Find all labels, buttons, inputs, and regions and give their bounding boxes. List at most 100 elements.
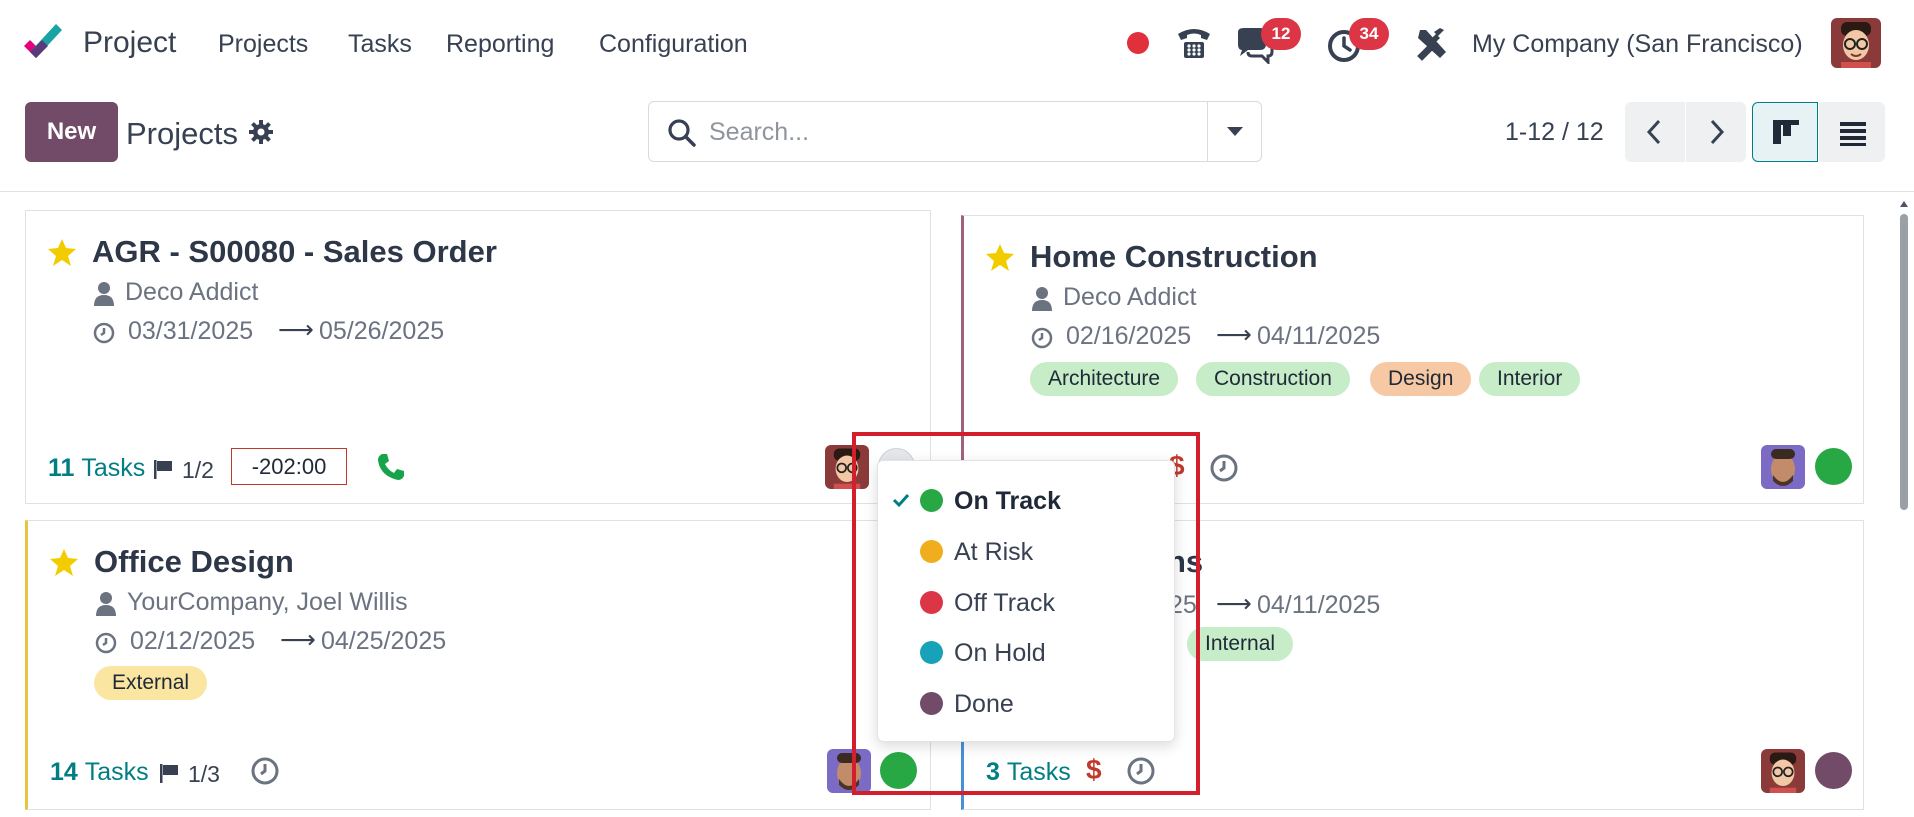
list-icon: [1840, 122, 1866, 146]
tasks-count: 11: [48, 454, 75, 482]
favorite-star-icon[interactable]: [49, 547, 79, 577]
project-manager-avatar[interactable]: [827, 749, 871, 793]
check-icon: [892, 493, 910, 508]
status-button[interactable]: [1815, 752, 1852, 789]
clock-icon[interactable]: [1126, 756, 1156, 786]
tag-internal: Internal: [1187, 627, 1294, 661]
menu-reporting[interactable]: Reporting: [446, 30, 554, 59]
status-option-label: At Risk: [954, 538, 1034, 566]
date-arrow: ⟶: [1216, 590, 1252, 618]
list-view-button[interactable]: [1819, 102, 1885, 162]
project-customer: Deco Addict: [1063, 283, 1197, 311]
search-input[interactable]: [709, 114, 1229, 150]
user-icon: [94, 282, 114, 306]
project-app-logo[interactable]: [22, 24, 66, 64]
status-option-label: Done: [954, 690, 1014, 718]
status-button[interactable]: [1815, 448, 1852, 485]
project-customer: YourCompany, Joel Willis: [127, 588, 408, 616]
user-icon: [96, 592, 116, 616]
status-option-at-risk[interactable]: At Risk: [878, 528, 1176, 576]
project-manager-avatar[interactable]: [825, 445, 869, 489]
search-options-toggle[interactable]: [1207, 102, 1261, 161]
tools-icon[interactable]: [1412, 24, 1452, 64]
project-customer: Deco Addict: [125, 278, 259, 306]
status-option-done[interactable]: Done: [878, 680, 1176, 728]
clock-icon[interactable]: [1209, 453, 1239, 483]
flag-icon: [160, 764, 178, 783]
page-title: Projects: [126, 116, 238, 151]
project-date-end: 05/26/2025: [319, 317, 445, 345]
project-card[interactable]: AGR - S00080 - Sales Order Deco Addict 0…: [25, 210, 931, 504]
clock-icon: [93, 322, 115, 344]
flag-icon: [154, 460, 172, 479]
menu-projects[interactable]: Projects: [218, 30, 308, 59]
top-navbar: Project Projects Tasks Reporting Configu…: [0, 0, 1914, 88]
status-dot-red: [920, 591, 943, 614]
app-name[interactable]: Project: [83, 26, 176, 60]
milestones-count: 1/3: [188, 761, 220, 787]
company-switcher[interactable]: My Company (San Francisco): [1472, 30, 1803, 59]
project-date-start: 03/31/2025: [128, 317, 254, 345]
user-icon: [1032, 287, 1052, 311]
pager-value[interactable]: 1-12 / 12: [1505, 118, 1604, 147]
remaining-hours: -202:00: [231, 448, 347, 485]
status-dot-purple: [920, 692, 943, 715]
tasks-link[interactable]: 11 Tasks: [48, 454, 145, 483]
phone-icon[interactable]: [376, 452, 406, 482]
status-dot-blue: [920, 641, 943, 664]
kanban-icon: [1773, 120, 1799, 144]
tasks-link[interactable]: 14 Tasks: [50, 758, 149, 787]
favorite-star-icon[interactable]: [985, 242, 1015, 272]
menu-configuration[interactable]: Configuration: [599, 30, 748, 59]
status-option-on-track[interactable]: On Track: [878, 477, 1176, 525]
status-button[interactable]: [880, 752, 917, 789]
project-date-start: 02/12/2025: [130, 627, 256, 655]
project-manager-avatar[interactable]: [1761, 749, 1805, 793]
clock-icon: [95, 632, 117, 654]
project-date-end: 04/11/2025: [1257, 591, 1381, 619]
date-arrow: ⟶: [278, 316, 314, 344]
project-title: Home Construction: [1030, 239, 1318, 274]
clock-icon: [1031, 327, 1053, 349]
date-arrow: ⟶: [1216, 321, 1252, 349]
user-avatar[interactable]: [1831, 18, 1881, 68]
activities-badge: 34: [1349, 18, 1389, 50]
menu-tasks[interactable]: Tasks: [348, 30, 412, 59]
scrollbar-thumb[interactable]: [1900, 214, 1908, 510]
tasks-link[interactable]: 3 Tasks: [986, 758, 1071, 787]
gear-icon[interactable]: [248, 119, 274, 145]
status-dot-green: [920, 489, 943, 512]
scrollbar[interactable]: [1898, 198, 1910, 817]
status-option-label: On Hold: [954, 639, 1046, 667]
status-option-on-hold[interactable]: On Hold: [878, 629, 1176, 677]
new-button[interactable]: New: [25, 102, 118, 162]
pager-previous-button[interactable]: [1625, 102, 1685, 162]
record-indicator-icon[interactable]: [1127, 32, 1149, 54]
pager-next-button[interactable]: [1686, 102, 1746, 162]
tag-architecture: Architecture: [1030, 362, 1179, 396]
favorite-star-icon[interactable]: [47, 237, 77, 267]
chevron-right-icon: [1710, 119, 1725, 145]
tasks-count: 3: [986, 758, 1000, 786]
milestones-count: 1/2: [182, 457, 214, 483]
tag-interior: Interior: [1479, 362, 1581, 396]
kanban-view-button[interactable]: [1752, 102, 1818, 162]
phone-icon[interactable]: [1174, 24, 1214, 64]
messages-badge: 12: [1261, 18, 1301, 50]
tasks-count: 14: [50, 758, 78, 786]
tag-design: Design: [1370, 362, 1472, 396]
project-card[interactable]: Office Design YourCompany, Joel Willis 0…: [25, 520, 931, 810]
tasks-label: Tasks: [1006, 758, 1071, 786]
dollar-icon[interactable]: $: [1086, 754, 1102, 786]
scroll-up-icon[interactable]: [1898, 198, 1910, 210]
project-date-end: 04/25/2025: [321, 627, 447, 655]
status-option-off-track[interactable]: Off Track: [878, 579, 1176, 627]
status-option-label: On Track: [954, 487, 1061, 515]
tasks-label: Tasks: [84, 758, 149, 786]
search-icon: [668, 119, 696, 147]
project-manager-avatar[interactable]: [1761, 445, 1805, 489]
chevron-left-icon: [1646, 119, 1661, 145]
tag-external: External: [94, 666, 208, 700]
control-panel: New Projects 1-12 / 12: [0, 88, 1914, 192]
clock-icon[interactable]: [250, 756, 280, 786]
